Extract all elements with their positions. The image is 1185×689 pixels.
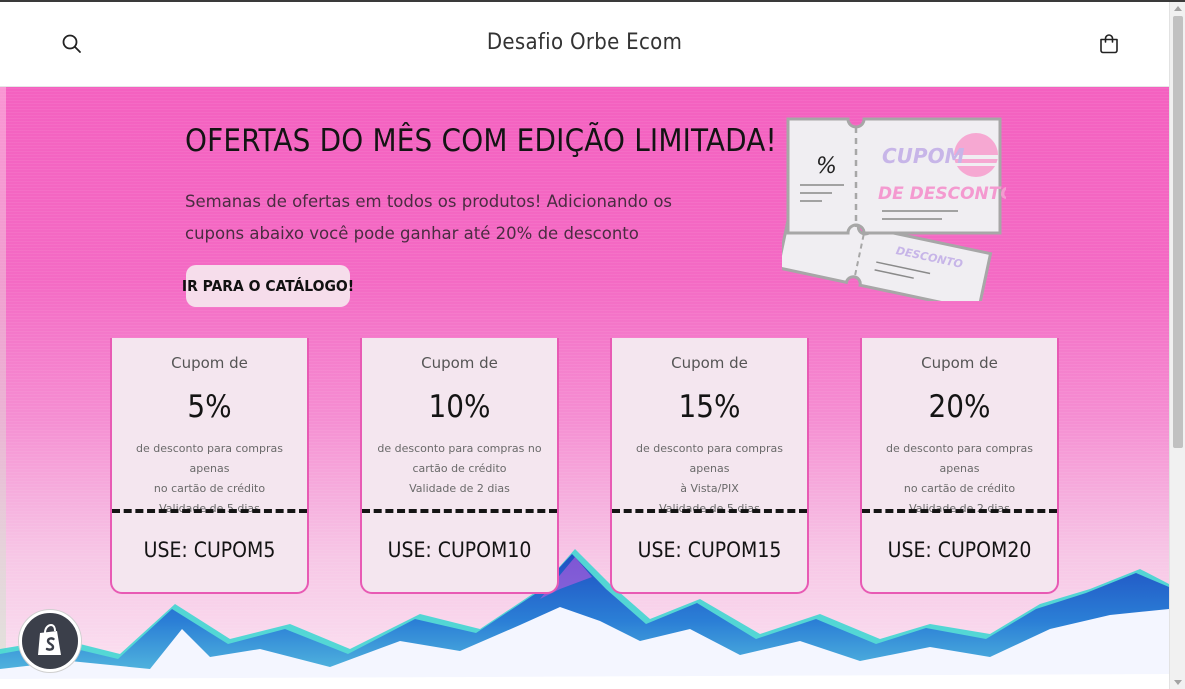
banner-title: OFERTAS DO MÊS COM EDIÇÃO LIMITADA! [185,123,777,159]
coupon-value: 20% [928,389,991,425]
coupon-value: 5% [187,389,232,425]
coupon-card-20: Cupom de 20% de desconto para compras ap… [860,338,1059,594]
coupon-desc-line2: no cartão de crédito [903,482,1016,495]
coupon-description: de desconto para compras apenas no cartã… [866,439,1053,519]
site-header: Desafio Orbe Ecom [0,2,1169,87]
coupon-desc-line2: cartão de crédito [412,462,507,475]
coupon-dashed-divider [362,509,557,513]
coupon-description: de desconto para compras apenas no cartã… [116,439,303,519]
ticket-line2-text: DE DESCONTO [878,184,1006,204]
coupon-code: USE: CUPOM10 [387,538,532,562]
coupon-description: de desconto para compras no cartão de cr… [366,439,553,499]
coupon-desc-line1: de desconto para compras apenas [886,442,1033,475]
ticket-percent-text: % [816,154,837,179]
scroll-up-arrow-icon[interactable] [1174,6,1182,11]
coupon-label: Cupom de [421,354,498,372]
scrollbar-thumb[interactable] [1173,16,1183,448]
coupon-code: USE: CUPOM15 [637,538,782,562]
page-scrollbar[interactable] [1169,2,1185,689]
coupon-code: USE: CUPOM20 [887,538,1032,562]
catalog-button[interactable]: IR PARA O CATÁLOGO! [182,265,354,307]
site-title[interactable]: Desafio Orbe Ecom [0,30,1169,55]
ticket-line1-text: CUPOM [882,144,965,168]
coupon-description: de desconto para compras apenas à Vista/… [616,439,803,519]
banner-text: Semanas de ofertas em todos os produtos!… [185,192,673,243]
shopify-badge-button[interactable] [19,610,81,672]
coupon-card-10: Cupom de 10% de desconto para compras no… [360,338,559,594]
cart-icon[interactable] [1097,32,1121,56]
coupon-value: 10% [428,389,491,425]
coupon-card-15: Cupom de 15% de desconto para compras ap… [610,338,809,594]
coupon-desc-line1: de desconto para compras apenas [636,442,783,475]
coupon-desc-line1: de desconto para compras no [377,442,542,455]
coupon-desc-line1: de desconto para compras apenas [136,442,283,475]
coupon-dashed-divider [112,509,307,513]
coupon-desc-line2: no cartão de crédito [153,482,266,495]
coupon-dashed-divider [612,509,807,513]
coupon-ticket-illustration: DESCONTO % CUPOM DE DESCONTO [782,117,1006,301]
coupon-code: USE: CUPOM5 [143,538,276,562]
coupon-label: Cupom de [171,354,248,372]
coupon-validity: Validade de 2 dias [409,482,510,495]
coupon-card-5: Cupom de 5% de desconto para compras ape… [110,338,309,594]
scroll-down-arrow-icon[interactable] [1174,680,1182,685]
coupon-value: 15% [678,389,741,425]
promo-banner: OFERTAS DO MÊS COM EDIÇÃO LIMITADA! Sema… [0,87,1169,689]
shopify-bag-icon [38,624,61,655]
coupon-desc-line2: à Vista/PIX [680,482,739,495]
coupon-dashed-divider [862,509,1057,513]
coupon-label: Cupom de [671,354,748,372]
coupon-label: Cupom de [921,354,998,372]
